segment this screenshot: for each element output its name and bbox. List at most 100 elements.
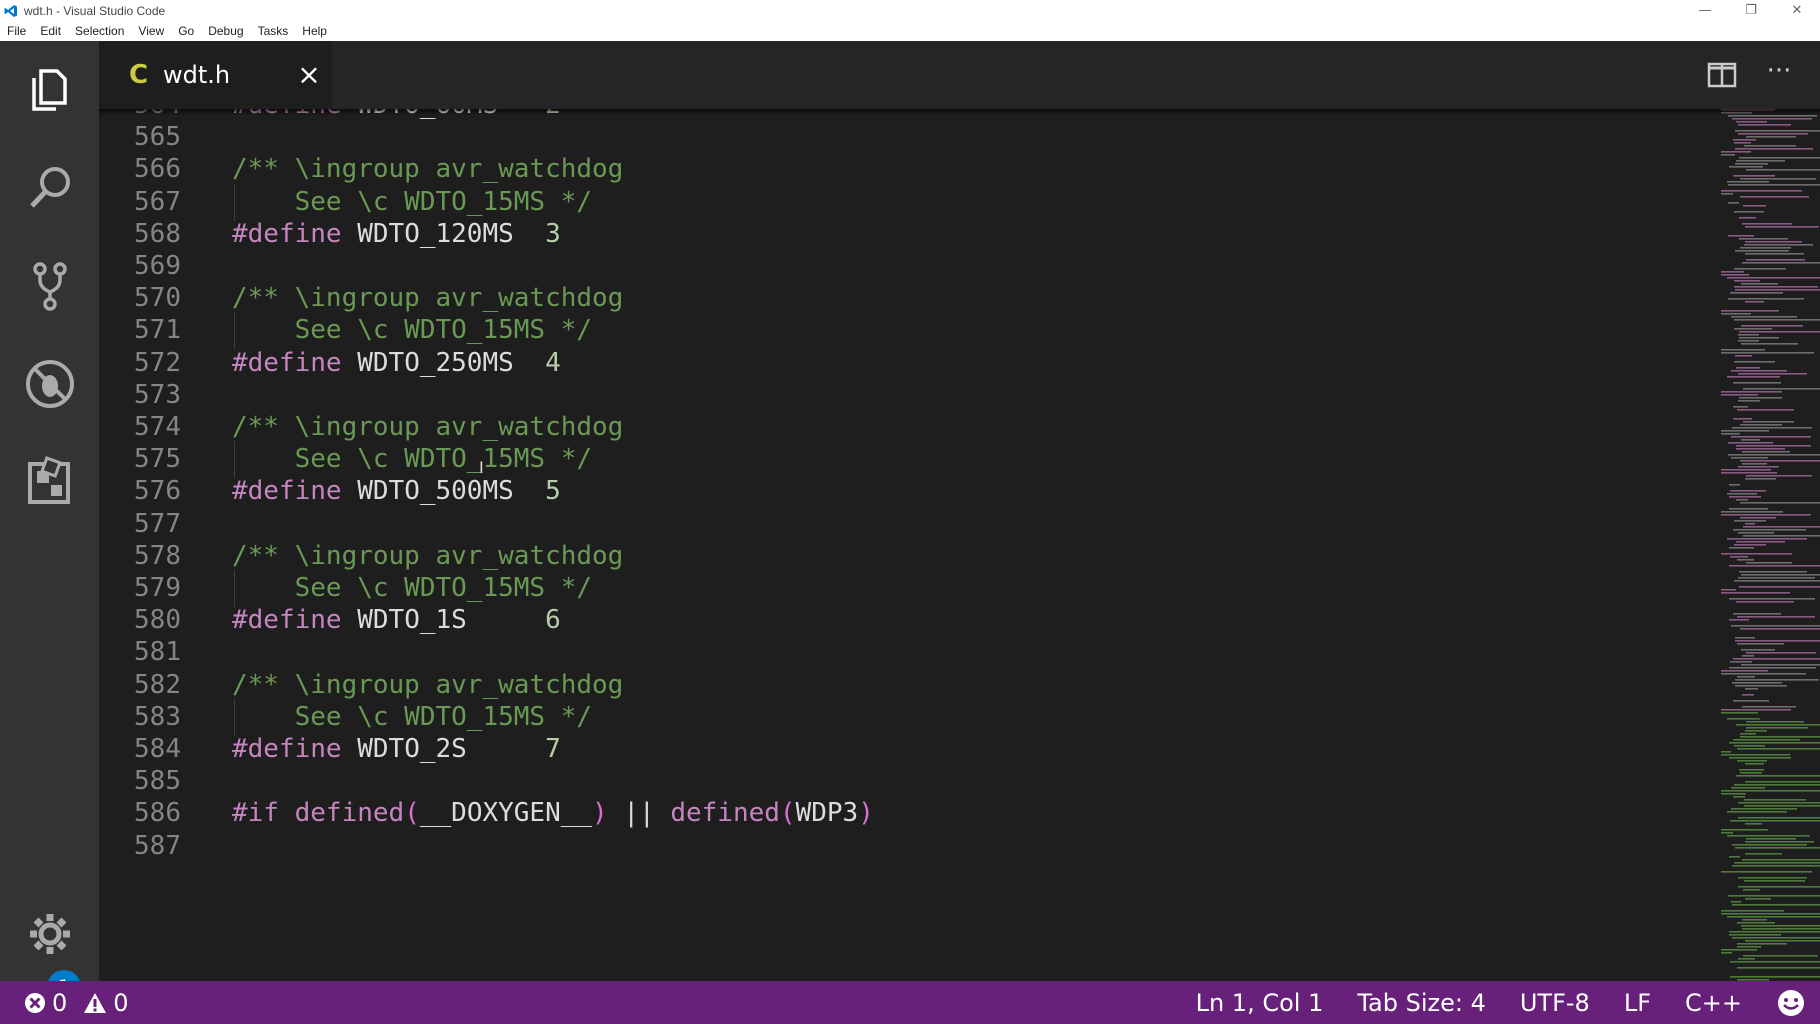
menu-view[interactable]: View [131, 24, 171, 38]
code-editor[interactable]: 564#define WDTO_60MS 2565566/** \ingroup… [99, 109, 1820, 981]
restore-button[interactable]: ❐ [1728, 0, 1774, 21]
cursor-position[interactable]: Ln 1, Col 1 [1196, 989, 1324, 1017]
minimap-line [1739, 397, 1782, 399]
minimap-line [1730, 976, 1820, 978]
minimap-line [1729, 856, 1740, 858]
close-window-button[interactable]: ✕ [1774, 0, 1820, 21]
window-title: wdt.h - Visual Studio Code [24, 3, 166, 18]
minimap-line [1736, 499, 1748, 501]
menu-go[interactable]: Go [171, 24, 201, 38]
tab-wdt-h[interactable]: C wdt.h × [99, 41, 332, 109]
minimap-line [1734, 544, 1766, 546]
minimap-line [1736, 448, 1785, 450]
doc-comment: See \c WDTO_15MS */ [232, 444, 593, 475]
minimap-line [1730, 490, 1766, 492]
tab-size[interactable]: Tab Size: 4 [1357, 989, 1486, 1017]
minimap-line [1731, 808, 1797, 810]
end-of-line[interactable]: LF [1624, 989, 1651, 1017]
minimap-line [1731, 901, 1741, 903]
minimap-line [1745, 853, 1782, 855]
macro-value: 7 [545, 734, 561, 764]
minimap-line [1728, 442, 1773, 444]
menu-help[interactable]: Help [295, 24, 334, 38]
minimap-line [1729, 757, 1791, 759]
minimap-line [1721, 910, 1784, 912]
minimap-line [1743, 955, 1818, 957]
search-icon[interactable] [22, 160, 78, 216]
minimap-line [1729, 508, 1768, 510]
minimap-line [1740, 772, 1762, 774]
minimap-line [1734, 361, 1775, 363]
minimap-line [1728, 202, 1739, 204]
minimap-line [1729, 166, 1763, 168]
minimap-line [1745, 823, 1762, 825]
problems-indicator[interactable]: 0 0 [24, 989, 129, 1017]
minimap-line [1721, 949, 1757, 951]
settings-gear-icon[interactable] [22, 906, 78, 962]
minimap-line [1721, 352, 1814, 354]
menu-edit[interactable]: Edit [33, 24, 68, 38]
line-number: 587 [134, 830, 181, 861]
minimap[interactable] [1719, 109, 1820, 981]
minimap-line [1738, 532, 1774, 534]
minimap-line [1738, 886, 1820, 888]
minimap-line [1721, 589, 1736, 591]
define-keyword: #define [232, 347, 358, 378]
menu-file[interactable]: File [0, 24, 33, 38]
minimap-line [1738, 334, 1759, 336]
minimap-line [1729, 547, 1754, 549]
more-actions-icon[interactable]: ··· [1761, 58, 1797, 89]
minimap-line [1737, 676, 1755, 678]
minimap-line [1734, 286, 1818, 288]
source-control-icon[interactable] [22, 258, 78, 314]
debug-icon[interactable] [22, 356, 78, 412]
minimap-line [1739, 571, 1807, 573]
minimap-line [1740, 517, 1776, 519]
language-mode[interactable]: C++ [1685, 989, 1742, 1017]
minimap-line [1721, 592, 1790, 594]
minimap-line [1727, 811, 1787, 813]
minimap-line [1730, 556, 1748, 558]
doc-comment: /** \ingroup avr_watchdog [232, 154, 624, 185]
minimap-line [1731, 316, 1797, 318]
split-editor-icon[interactable] [1707, 61, 1737, 89]
minimap-line [1729, 565, 1820, 567]
minimap-line [1727, 835, 1810, 837]
minimap-line [1727, 916, 1820, 918]
minimap-line [1745, 841, 1814, 843]
minimap-line [1727, 277, 1820, 279]
minimap-line [1736, 775, 1820, 777]
define-keyword: #define [232, 605, 358, 636]
close-tab-icon[interactable]: × [294, 58, 324, 91]
doc-comment: See \c WDTO_15MS */ [232, 573, 593, 603]
minimap-line [1737, 946, 1761, 948]
tab-label: wdt.h [163, 61, 231, 89]
extensions-icon[interactable] [22, 454, 78, 510]
encoding[interactable]: UTF-8 [1520, 989, 1590, 1017]
status-bar: 0 0 Ln 1, Col 1 Tab Size: 4 UTF-8 LF C++ [0, 981, 1820, 1024]
explorer-icon[interactable] [22, 61, 78, 117]
minimap-line [1738, 817, 1820, 819]
minimap-line [1743, 526, 1820, 528]
feedback-smiley-icon[interactable] [1776, 988, 1806, 1018]
minimap-line [1745, 688, 1758, 690]
doc-comment: /** \ingroup avr_watchdog [232, 412, 624, 442]
doc-comment: See \c WDTO_15MS */ [232, 701, 593, 732]
minimap-line [1732, 937, 1820, 939]
minimap-line [1733, 796, 1745, 798]
minimize-button[interactable]: — [1682, 0, 1728, 21]
minimap-line [1739, 769, 1764, 771]
minimap-line [1735, 250, 1789, 252]
minimap-line [1734, 520, 1766, 522]
minimap-line [1728, 184, 1820, 186]
minimap-line [1744, 145, 1796, 147]
menu-tasks[interactable]: Tasks [251, 24, 296, 38]
minimap-line [1746, 169, 1820, 171]
menu-selection[interactable]: Selection [68, 24, 131, 38]
minimap-line [1721, 469, 1771, 471]
minimap-line [1721, 514, 1811, 516]
minimap-line [1721, 913, 1820, 915]
doc-comment: See \c WDTO_15MS */ [232, 315, 593, 346]
minimap-line [1746, 136, 1796, 138]
menu-debug[interactable]: Debug [201, 24, 250, 38]
